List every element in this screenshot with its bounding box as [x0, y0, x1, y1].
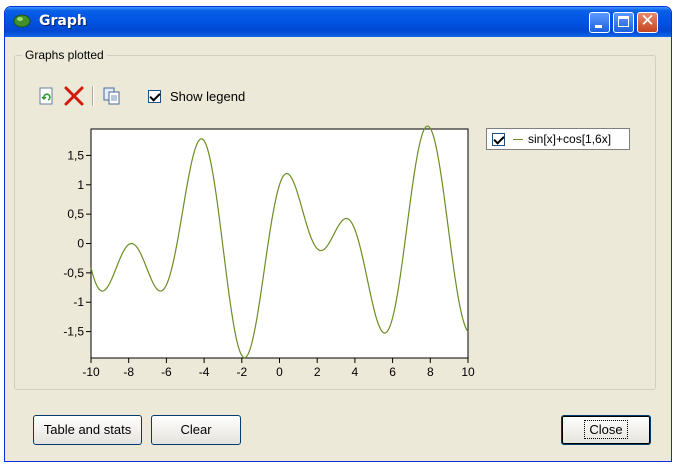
legend-series-swatch [513, 139, 523, 140]
y-tick-label: -1 [73, 295, 84, 309]
y-tick-label: -0,5 [63, 266, 84, 280]
x-tick-label: 10 [461, 365, 475, 379]
x-tick-label: 2 [314, 365, 321, 379]
close-button[interactable]: Close [561, 415, 651, 445]
x-tick-label: -6 [161, 365, 172, 379]
table-and-stats-button[interactable]: Table and stats [33, 415, 142, 445]
y-tick-label: -1,5 [63, 325, 84, 339]
clear-button[interactable]: Clear [151, 415, 241, 445]
legend-series-checkbox[interactable] [492, 133, 505, 146]
y-tick-label: 1 [77, 178, 84, 192]
plot-area [90, 128, 469, 359]
x-tick-label: -2 [236, 365, 247, 379]
x-tick-label: 6 [389, 365, 396, 379]
legend: sin[x]+cos[1,6x] [486, 128, 630, 150]
legend-series-label: sin[x]+cos[1,6x] [528, 132, 612, 146]
graph-chart: -10 -8 -6 -4 -2 0 2 4 6 8 10 1,5 1 0,5 0 -0,5 -1 -1,5 [63, 125, 475, 379]
y-tick-label: 1,5 [67, 148, 84, 162]
y-tick-label: 0 [77, 237, 84, 251]
x-tick-label: 8 [427, 365, 434, 379]
y-tick-label: 0,5 [67, 207, 84, 221]
x-tick-label: 4 [352, 365, 359, 379]
x-tick-label: 0 [276, 365, 283, 379]
x-tick-label: -8 [123, 365, 134, 379]
x-tick-label: -4 [199, 365, 210, 379]
x-tick-label: -10 [82, 365, 100, 379]
